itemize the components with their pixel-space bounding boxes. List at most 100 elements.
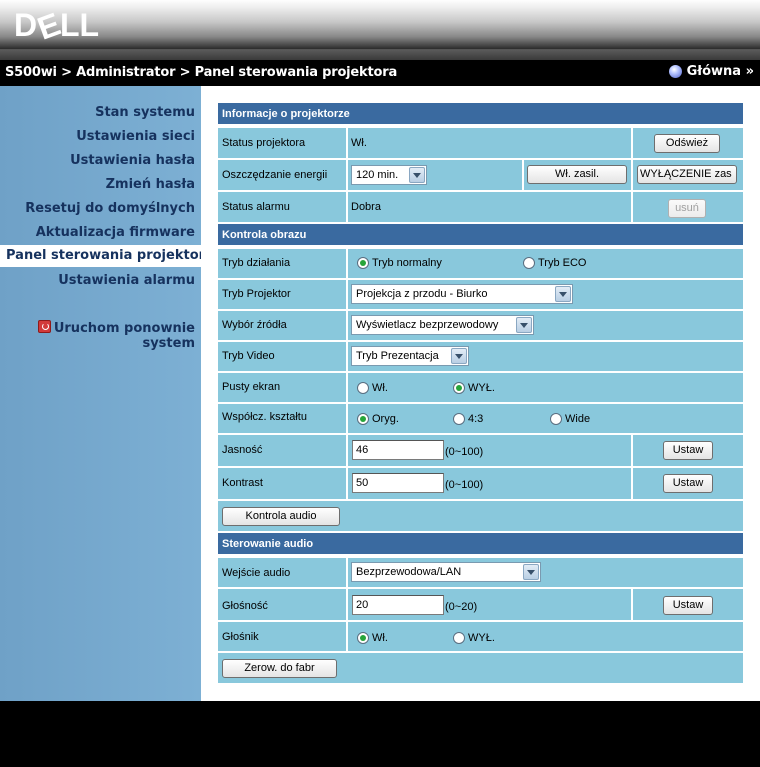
row-operating-mode: Tryb działania Tryb normalny Tryb ECO: [218, 249, 743, 280]
chevron-down-icon: [555, 286, 571, 302]
radio-aspect-orig-label: Oryg.: [372, 413, 399, 425]
audio-input-select[interactable]: Bezprzewodowa/LAN: [351, 562, 541, 582]
radio-speaker-on-label: Wł.: [372, 632, 388, 644]
power-saving-select[interactable]: 120 min.: [351, 165, 427, 185]
radio-aspect-43-label: 4:3: [468, 413, 484, 425]
label-speaker: Głośnik: [222, 631, 259, 643]
video-mode-value: Tryb Prezentacja: [356, 350, 439, 362]
row-alarm-status: Status alarmu Dobra usuń: [218, 192, 743, 224]
row-audio-control-button: Kontrola audio: [218, 501, 743, 533]
reboot-label-line1: Uruchom ponownie: [53, 321, 195, 336]
label-blank-screen: Pusty ekran: [222, 381, 281, 393]
row-aspect-ratio: Współcz. kształtu Oryg. 4:3 Wide: [218, 404, 743, 435]
radio-speaker-off-label: WYŁ.: [468, 632, 495, 644]
sidebar-item-system-status[interactable]: Stan systemu: [95, 105, 195, 120]
row-speaker: Głośnik Wł. WYŁ.: [218, 622, 743, 653]
header-banner: D E LL: [0, 0, 760, 60]
svg-text:LL: LL: [60, 7, 99, 43]
home-link[interactable]: Główna »: [668, 64, 754, 79]
contrast-range: (0~100): [445, 479, 484, 491]
row-video-mode: Tryb Video Tryb Prezentacja: [218, 342, 743, 373]
row-blank-screen: Pusty ekran Wł. WYŁ.: [218, 373, 743, 404]
label-brightness: Jasność: [222, 444, 263, 456]
radio-blank-off[interactable]: WYŁ.: [453, 382, 495, 394]
label-projector-status: Status projektora: [222, 137, 306, 149]
row-brightness: Jasność 46 (0~100) Ustaw: [218, 435, 743, 468]
breadcrumb: S500wi > Administrator > Panel sterowani…: [5, 65, 398, 80]
source-value: Wyświetlacz bezprzewodowy: [356, 319, 499, 331]
radio-blank-on-label: Wł.: [372, 382, 388, 394]
row-projector-mode: Tryb Projektor Projekcja z przodu - Biur…: [218, 280, 743, 311]
radio-blank-on[interactable]: Wł.: [357, 382, 388, 394]
sidebar-item-network-settings[interactable]: Ustawienia sieci: [76, 129, 195, 144]
label-audio-input: Wejście audio: [222, 567, 291, 579]
source-select[interactable]: Wyświetlacz bezprzewodowy: [351, 315, 534, 335]
globe-icon: [668, 65, 682, 78]
volume-input[interactable]: 20: [352, 595, 444, 615]
power-off-button[interactable]: WYŁĄCZENIE zas: [637, 165, 737, 184]
row-power-saving: Oszczędzanie energii 120 min. Wł. zasil.…: [218, 160, 743, 192]
section-header-projector-info: Informacje o projektorze: [218, 103, 743, 126]
breadcrumb-bar: S500wi > Administrator > Panel sterowani…: [0, 60, 760, 86]
label-aspect-ratio: Współcz. kształtu: [222, 411, 307, 423]
brightness-input[interactable]: 46: [352, 440, 444, 460]
radio-speaker-on[interactable]: Wł.: [357, 632, 388, 644]
radio-eco-mode-label: Tryb ECO: [538, 257, 587, 269]
radio-aspect-wide[interactable]: Wide: [550, 413, 590, 425]
sidebar: Stan systemu Ustawienia sieci Ustawienia…: [0, 86, 214, 701]
radio-speaker-off[interactable]: WYŁ.: [453, 632, 495, 644]
reboot-label-line2: system: [142, 336, 195, 351]
label-operating-mode: Tryb działania: [222, 257, 291, 269]
contrast-input[interactable]: 50: [352, 473, 444, 493]
dell-logo: D E LL: [14, 6, 99, 47]
header-gradient: [0, 0, 760, 50]
audio-input-value: Bezprzewodowa/LAN: [356, 566, 462, 578]
brightness-range: (0~100): [445, 446, 484, 458]
set-volume-button[interactable]: Ustaw: [663, 596, 713, 615]
row-volume: Głośność 20 (0~20) Ustaw: [218, 589, 743, 622]
factory-reset-button[interactable]: Zerow. do fabr: [222, 659, 337, 678]
row-factory-reset: Zerow. do fabr: [218, 653, 743, 683]
section-header-image-control: Kontrola obrazu: [218, 224, 743, 247]
section-header-audio-control: Sterowanie audio: [218, 533, 743, 556]
projector-mode-select[interactable]: Projekcja z przodu - Biurko: [351, 284, 573, 304]
chevron-down-icon: [451, 348, 467, 364]
label-video-mode: Tryb Video: [222, 350, 275, 362]
sidebar-item-password-settings[interactable]: Ustawienia hasła: [70, 153, 195, 168]
set-brightness-button[interactable]: Ustaw: [663, 441, 713, 460]
row-contrast: Kontrast 50 (0~100) Ustaw: [218, 468, 743, 501]
row-source-select: Wybór źródła Wyświetlacz bezprzewodowy: [218, 311, 743, 342]
sidebar-item-firmware-update[interactable]: Aktualizacja firmware: [36, 225, 195, 240]
radio-eco-mode[interactable]: Tryb ECO: [523, 257, 587, 269]
chevron-down-icon: [516, 317, 532, 333]
radio-aspect-wide-label: Wide: [565, 413, 591, 425]
radio-normal-mode[interactable]: Tryb normalny: [357, 257, 442, 269]
alarm-status-value: Dobra: [351, 201, 381, 213]
row-projector-status: Status projektora Wł. Odśwież: [218, 128, 743, 160]
sidebar-item-alarm-settings[interactable]: Ustawienia alarmu: [58, 273, 195, 288]
power-icon: [37, 320, 51, 333]
label-contrast: Kontrast: [222, 477, 263, 489]
label-alarm-status: Status alarmu: [222, 201, 290, 213]
video-mode-select[interactable]: Tryb Prezentacja: [351, 346, 469, 366]
home-label: Główna »: [686, 64, 754, 79]
clear-alarm-button[interactable]: usuń: [668, 199, 706, 218]
set-contrast-button[interactable]: Ustaw: [663, 474, 713, 493]
sidebar-item-reset-defaults[interactable]: Resetuj do domyślnych: [25, 201, 195, 216]
volume-range: (0~20): [445, 601, 478, 613]
power-on-button[interactable]: Wł. zasil.: [527, 165, 627, 184]
chevron-down-icon: [409, 167, 425, 183]
radio-aspect-orig[interactable]: Oryg.: [357, 413, 399, 425]
power-saving-value: 120 min.: [356, 169, 399, 181]
radio-blank-off-label: WYŁ.: [468, 382, 495, 394]
chevron-down-icon: [523, 564, 539, 580]
label-power-saving: Oszczędzanie energii: [222, 169, 328, 181]
sidebar-item-projector-control[interactable]: Panel sterowania projektora: [0, 245, 214, 267]
reboot-link[interactable]: Uruchom ponownie system: [35, 320, 195, 351]
projector-mode-value: Projekcja z przodu - Biurko: [356, 288, 488, 300]
audio-control-button[interactable]: Kontrola audio: [222, 507, 340, 526]
sidebar-item-change-password[interactable]: Zmień hasła: [106, 177, 195, 192]
radio-aspect-43[interactable]: 4:3: [453, 413, 483, 425]
radio-normal-mode-label: Tryb normalny: [372, 257, 442, 269]
refresh-button[interactable]: Odśwież: [654, 134, 720, 153]
